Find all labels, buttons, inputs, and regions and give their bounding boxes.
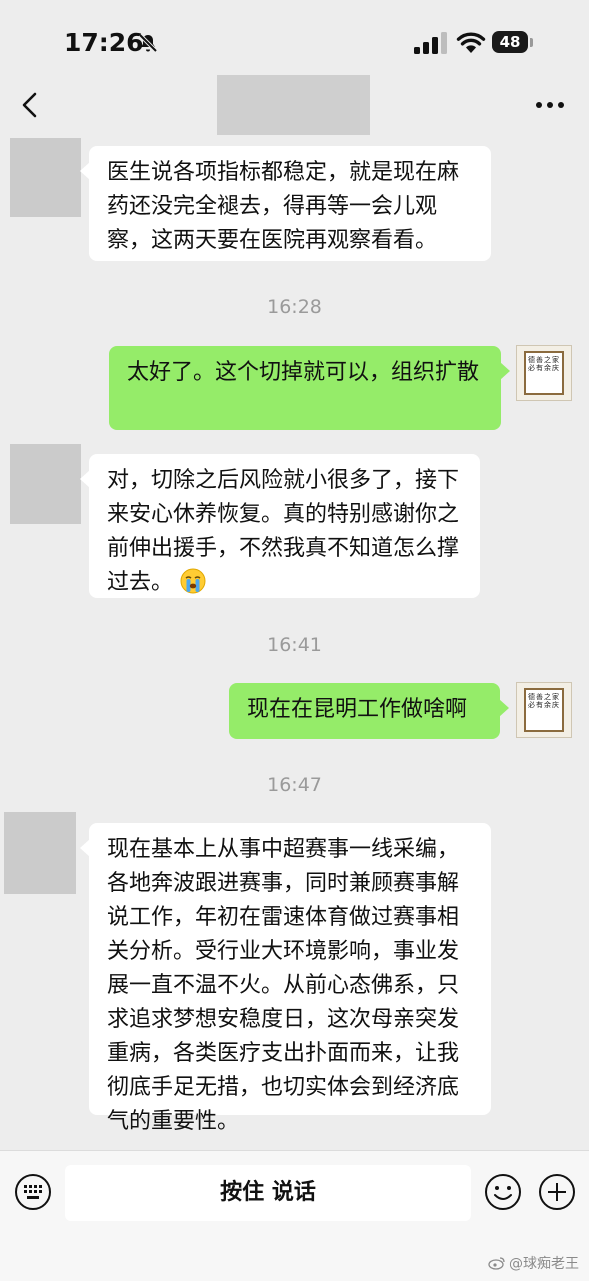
contact-avatar[interactable] [4,812,76,894]
message-text: 现在在昆明工作做啥啊 [247,697,468,722]
message-text: 医生说各项指标都稳定，就是现在麻药还没完全褪去，得再等一会儿观察，这两天要在医院… [107,160,460,253]
chat-header [0,72,589,136]
message-bubble-incoming[interactable]: 医生说各项指标都稳定，就是现在麻药还没完全褪去，得再等一会儿观察，这两天要在医院… [80,146,491,261]
back-chevron-icon[interactable] [16,90,46,120]
emoji-icon[interactable] [484,1173,522,1211]
message-timestamp: 16:28 [267,296,322,318]
message-bubble-incoming[interactable]: 对，切除之后风险就小很多了，接下来安心休养恢复。真的特别感谢你之前伸出援手，不然… [80,454,480,598]
message-bubble-incoming[interactable]: 现在基本上从事中超赛事一线采编，各地奔波跟进赛事，同时兼顾赛事解说工作，年初在雷… [80,823,491,1134]
weibo-logo-icon [488,1257,505,1270]
cellular-signal-icon [414,32,447,54]
message-bubble-outgoing[interactable]: 太好了。这个切掉就可以，组织扩散 [109,346,510,430]
self-avatar[interactable]: 德善之家必有余庆 [516,682,572,738]
message-text: 现在基本上从事中超赛事一线采编，各地奔波跟进赛事，同时兼顾赛事解说工作，年初在雷… [107,837,460,1134]
bell-muted-icon [138,33,158,53]
plus-icon[interactable] [538,1173,576,1211]
contact-avatar[interactable] [10,444,81,524]
wifi-icon [456,32,486,53]
message-bubble-outgoing[interactable]: 现在在昆明工作做啥啊 [229,683,509,739]
more-options-icon[interactable] [535,100,565,110]
crying-emoji-icon [180,568,206,594]
watermark-text: @球痴老王 [509,1256,579,1272]
battery-icon: 48 [492,31,534,55]
battery-level: 48 [499,33,521,51]
weibo-watermark: @球痴老王 [488,1253,579,1273]
self-avatar[interactable]: 德善之家必有余庆 [516,345,572,401]
message-timestamp: 16:41 [267,634,322,656]
message-text: 太好了。这个切掉就可以，组织扩散 [127,360,480,385]
message-text: 对，切除之后风险就小很多了，接下来安心休养恢复。真的特别感谢你之前伸出援手，不然… [107,468,460,595]
keyboard-icon[interactable] [14,1173,52,1211]
status-time: 17:26 [64,28,144,57]
message-timestamp: 16:47 [267,774,322,796]
contact-avatar[interactable] [10,138,81,217]
hold-to-talk-button[interactable]: 按住 说话 [65,1165,471,1221]
chat-title-redacted [217,75,370,135]
